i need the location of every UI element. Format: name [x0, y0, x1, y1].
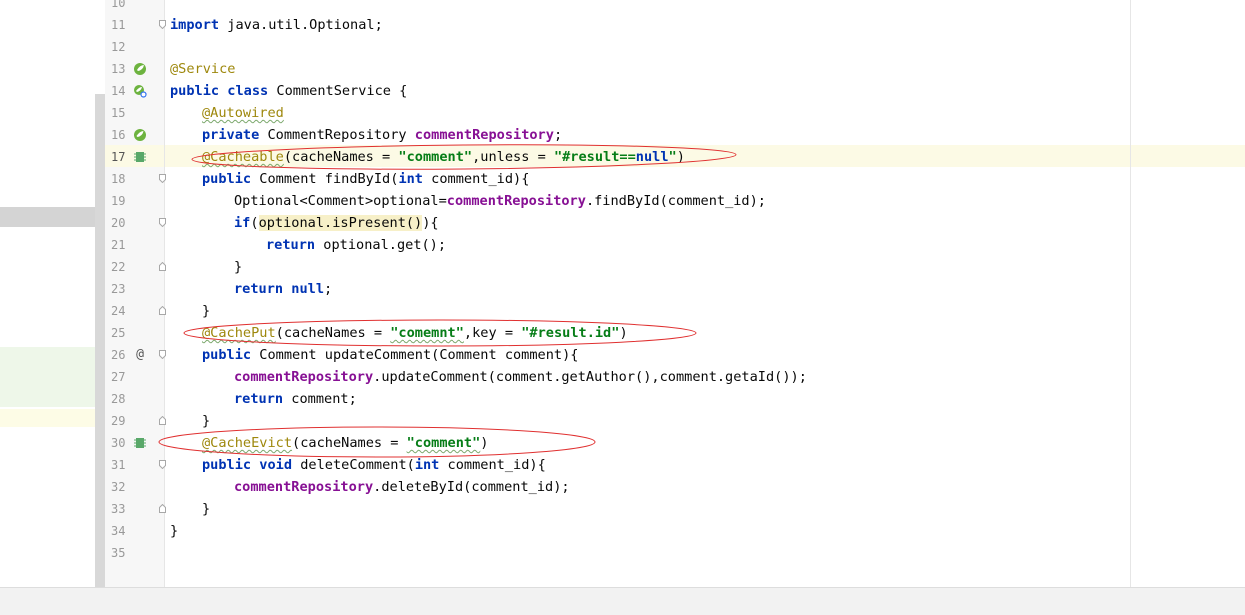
code-line-13[interactable]: 13 @Service [0, 58, 1245, 80]
fold-icon[interactable] [159, 218, 166, 227]
code-line-15[interactable]: 15 @Autowired [0, 102, 1245, 124]
line-number: 19 [111, 194, 126, 208]
code-line-20[interactable]: 20 if(optional.isPresent()){ [0, 212, 1245, 234]
spring-bean-search-icon[interactable] [133, 84, 147, 98]
line-number: 10 [111, 0, 126, 10]
line-number: 29 [111, 414, 126, 428]
fold-icon[interactable] [159, 174, 166, 183]
code-text[interactable]: @Cacheable(cacheNames = "comment",unless… [202, 146, 685, 168]
code-line-11[interactable]: 11 import java.util.Optional; [0, 14, 1245, 36]
code-line-24[interactable]: 24 } [0, 300, 1245, 322]
code-text[interactable]: return null; [234, 278, 332, 300]
line-number: 20 [111, 216, 126, 230]
code-line-30[interactable]: 30 @CacheEvict(cacheNames = "comment") [0, 432, 1245, 454]
code-line-18[interactable]: 18 public Comment findById(int comment_i… [0, 168, 1245, 190]
code-line-21[interactable]: 21 return optional.get(); [0, 234, 1245, 256]
line-number: 32 [111, 480, 126, 494]
code-text[interactable]: import java.util.Optional; [170, 14, 383, 36]
line-number: 31 [111, 458, 126, 472]
line-number: 28 [111, 392, 126, 406]
code-line-29[interactable]: 29 } [0, 410, 1245, 432]
override-at-icon[interactable]: @ [133, 348, 147, 362]
code-line-27[interactable]: 27 commentRepository.updateComment(comme… [0, 366, 1245, 388]
code-text[interactable]: public class CommentService { [170, 80, 407, 102]
code-text[interactable]: public void deleteComment(int comment_id… [202, 454, 546, 476]
fold-icon[interactable] [159, 350, 166, 359]
code-text[interactable]: public Comment findById(int comment_id){ [202, 168, 529, 190]
code-text[interactable]: } [234, 256, 242, 278]
line-number: 13 [111, 62, 126, 76]
line-number: 21 [111, 238, 126, 252]
line-number: 23 [111, 282, 126, 296]
code-line-34[interactable]: 34 } [0, 520, 1245, 542]
line-number: 11 [111, 18, 126, 32]
line-number: 33 [111, 502, 126, 516]
code-text[interactable]: Optional<Comment>optional=commentReposit… [234, 190, 766, 212]
code-text[interactable]: public Comment updateComment(Comment com… [202, 344, 578, 366]
cache-icon[interactable] [133, 436, 147, 450]
fold-icon[interactable] [159, 262, 166, 271]
code-text[interactable]: @CacheEvict(cacheNames = "comment") [202, 432, 488, 454]
line-number: 14 [111, 84, 126, 98]
code-text[interactable]: } [202, 410, 210, 432]
code-line-23[interactable]: 23 return null; [0, 278, 1245, 300]
code-line-28[interactable]: 28 return comment; [0, 388, 1245, 410]
code-line-35[interactable]: 35 [0, 542, 1245, 564]
line-number: 35 [111, 546, 126, 560]
cache-icon[interactable] [133, 150, 147, 164]
code-line-25[interactable]: 25 @CachePut(cacheNames = "comemnt",key … [0, 322, 1245, 344]
line-number: 34 [111, 524, 126, 538]
code-text[interactable]: } [170, 520, 178, 542]
fold-icon[interactable] [159, 306, 166, 315]
fold-icon[interactable] [159, 416, 166, 425]
code-text[interactable]: private CommentRepository commentReposit… [202, 124, 562, 146]
line-number: 26 [111, 348, 126, 362]
code-text[interactable]: commentRepository.updateComment(comment.… [234, 366, 807, 388]
fold-icon[interactable] [159, 460, 166, 469]
line-number: 18 [111, 172, 126, 186]
code-line-26[interactable]: 26 @ public Comment updateComment(Commen… [0, 344, 1245, 366]
code-text[interactable]: } [202, 300, 210, 322]
fold-icon[interactable] [159, 504, 166, 513]
line-number: 12 [111, 40, 126, 54]
code-text[interactable]: return comment; [234, 388, 357, 410]
line-number: 30 [111, 436, 126, 450]
spring-bean-navigate-icon[interactable] [133, 128, 147, 142]
line-number: 27 [111, 370, 126, 384]
code-line-10[interactable]: 10 [0, 0, 1245, 14]
line-number: 24 [111, 304, 126, 318]
code-text[interactable]: return optional.get(); [266, 234, 446, 256]
code-line-12[interactable]: 12 [0, 36, 1245, 58]
line-number: 22 [111, 260, 126, 274]
code-text[interactable]: commentRepository.deleteById(comment_id)… [234, 476, 570, 498]
status-bar [0, 587, 1245, 615]
fold-icon[interactable] [159, 20, 166, 29]
code-text[interactable]: @Service [170, 58, 235, 80]
code-line-32[interactable]: 32 commentRepository.deleteById(comment_… [0, 476, 1245, 498]
spring-bean-icon[interactable] [133, 62, 147, 76]
line-number: 15 [111, 106, 126, 120]
code-text[interactable]: @Autowired [202, 102, 284, 124]
code-text[interactable]: @CachePut(cacheNames = "comemnt",key = "… [202, 322, 628, 344]
line-number: 16 [111, 128, 126, 142]
code-line-16[interactable]: 16 private CommentRepository commentRepo… [0, 124, 1245, 146]
code-line-19[interactable]: 19 Optional<Comment>optional=commentRepo… [0, 190, 1245, 212]
code-line-33[interactable]: 33 } [0, 498, 1245, 520]
code-text[interactable]: } [202, 498, 210, 520]
code-line-14[interactable]: 14 public class CommentService { [0, 80, 1245, 102]
code-line-31[interactable]: 31 public void deleteComment(int comment… [0, 454, 1245, 476]
code-line-17[interactable]: 17 @Cacheable(cacheNames = "comment",unl… [0, 146, 1245, 168]
code-line-22[interactable]: 22 } [0, 256, 1245, 278]
line-number: 17 [111, 150, 126, 164]
line-number: 25 [111, 326, 126, 340]
code-text[interactable]: if(optional.isPresent()){ [234, 212, 439, 234]
